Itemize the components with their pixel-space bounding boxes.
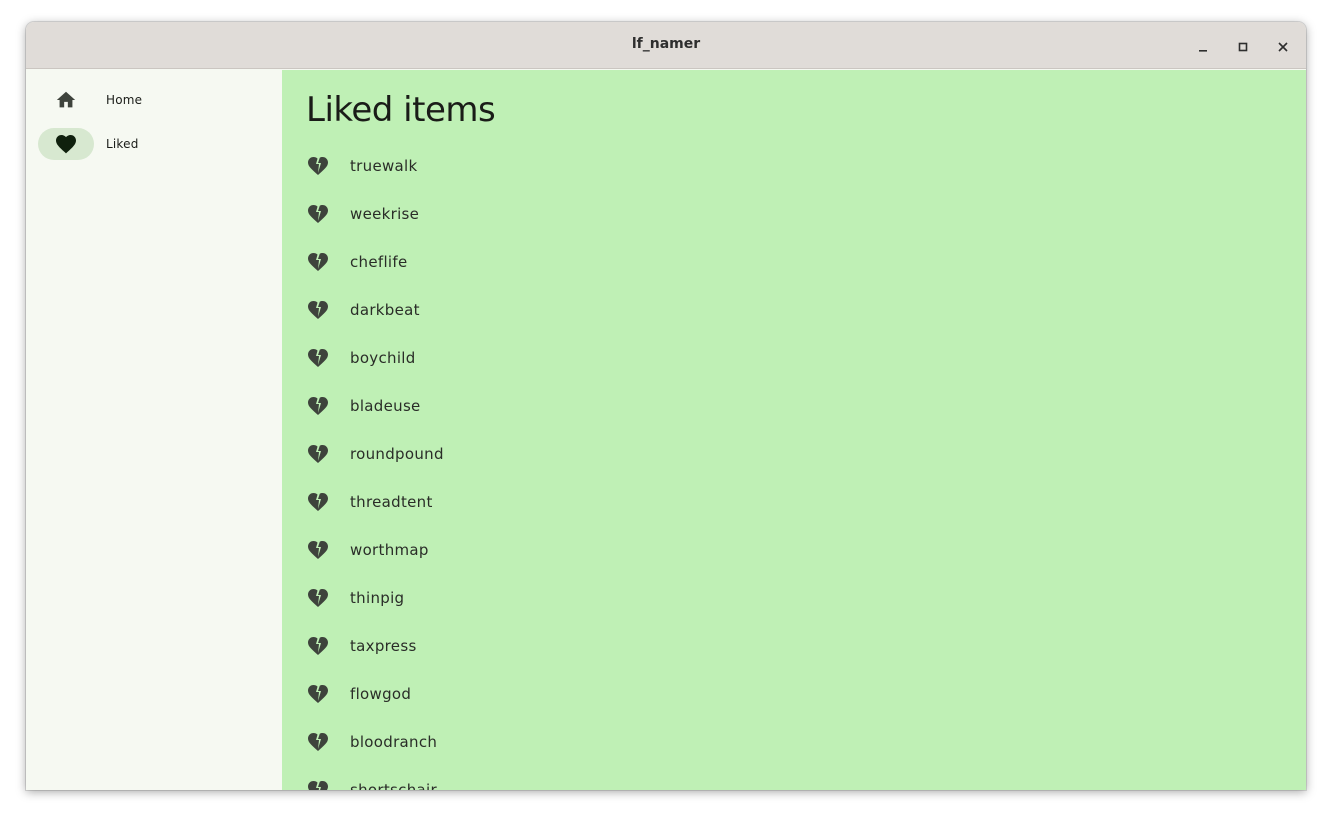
liked-item-row[interactable]: bloodranch [282, 718, 1306, 766]
broken-heart-icon[interactable] [306, 346, 330, 370]
minimize-button[interactable] [1191, 35, 1215, 59]
nav-item-liked[interactable]: Liked [38, 128, 268, 160]
liked-item-row[interactable]: truewalk [282, 142, 1306, 190]
page-title: Liked items [306, 90, 496, 130]
broken-heart-icon[interactable] [306, 634, 330, 658]
broken-heart-icon[interactable] [306, 154, 330, 178]
liked-item-label: thinpig [350, 589, 405, 607]
broken-heart-icon[interactable] [306, 442, 330, 466]
broken-heart-icon[interactable] [306, 538, 330, 562]
broken-heart-icon[interactable] [306, 586, 330, 610]
liked-item-label: cheflife [350, 253, 408, 271]
liked-item-row[interactable]: cheflife [282, 238, 1306, 286]
nav-icon-container [38, 84, 94, 116]
broken-heart-icon[interactable] [306, 490, 330, 514]
liked-item-label: bladeuse [350, 397, 421, 415]
nav-selected-indicator [38, 128, 94, 160]
broken-heart-icon[interactable] [306, 202, 330, 226]
liked-items-list: truewalk weekrise cheflife darkbeat boychild… [282, 142, 1306, 790]
broken-heart-icon[interactable] [306, 682, 330, 706]
heart-icon [56, 135, 76, 154]
broken-heart-icon[interactable] [306, 778, 330, 790]
liked-item-row[interactable]: shortschair [282, 766, 1306, 790]
liked-item-label: flowgod [350, 685, 412, 703]
liked-item-row[interactable]: flowgod [282, 670, 1306, 718]
liked-item-row[interactable]: weekrise [282, 190, 1306, 238]
broken-heart-icon[interactable] [306, 394, 330, 418]
maximize-icon [1238, 42, 1248, 52]
liked-item-label: roundpound [350, 445, 444, 463]
liked-item-label: boychild [350, 349, 416, 367]
liked-items-page: Liked items truewalk weekrise cheflife dark… [282, 70, 1306, 790]
broken-heart-icon[interactable] [306, 730, 330, 754]
liked-item-label: threadtent [350, 493, 433, 511]
liked-item-label: taxpress [350, 637, 417, 655]
liked-item-row[interactable]: roundpound [282, 430, 1306, 478]
close-button[interactable] [1271, 35, 1295, 59]
liked-item-row[interactable]: thinpig [282, 574, 1306, 622]
liked-item-row[interactable]: bladeuse [282, 382, 1306, 430]
liked-item-label: weekrise [350, 205, 420, 223]
nav-label-home: Home [106, 93, 143, 107]
broken-heart-icon[interactable] [306, 298, 330, 322]
window-title: lf_namer [631, 36, 701, 52]
liked-item-label: bloodranch [350, 733, 438, 751]
liked-item-row[interactable]: darkbeat [282, 286, 1306, 334]
liked-item-label: shortschair [350, 781, 437, 790]
maximize-button[interactable] [1231, 35, 1255, 59]
liked-item-row[interactable]: worthmap [282, 526, 1306, 574]
nav-label-liked: Liked [106, 137, 139, 151]
liked-item-row[interactable]: boychild [282, 334, 1306, 382]
broken-heart-icon[interactable] [306, 250, 330, 274]
navigation-rail: Home Liked [26, 70, 282, 790]
liked-item-label: worthmap [350, 541, 429, 559]
liked-item-label: truewalk [350, 157, 418, 175]
liked-item-label: darkbeat [350, 301, 420, 319]
title-bar: lf_namer [26, 22, 1306, 69]
app-window: lf_namer Home Liked Liked items truewalk… [26, 22, 1306, 790]
liked-item-row[interactable]: taxpress [282, 622, 1306, 670]
close-icon [1278, 42, 1288, 52]
liked-item-row[interactable]: threadtent [282, 478, 1306, 526]
minimize-icon [1199, 50, 1207, 52]
home-icon [56, 91, 76, 108]
nav-item-home[interactable]: Home [38, 84, 268, 116]
